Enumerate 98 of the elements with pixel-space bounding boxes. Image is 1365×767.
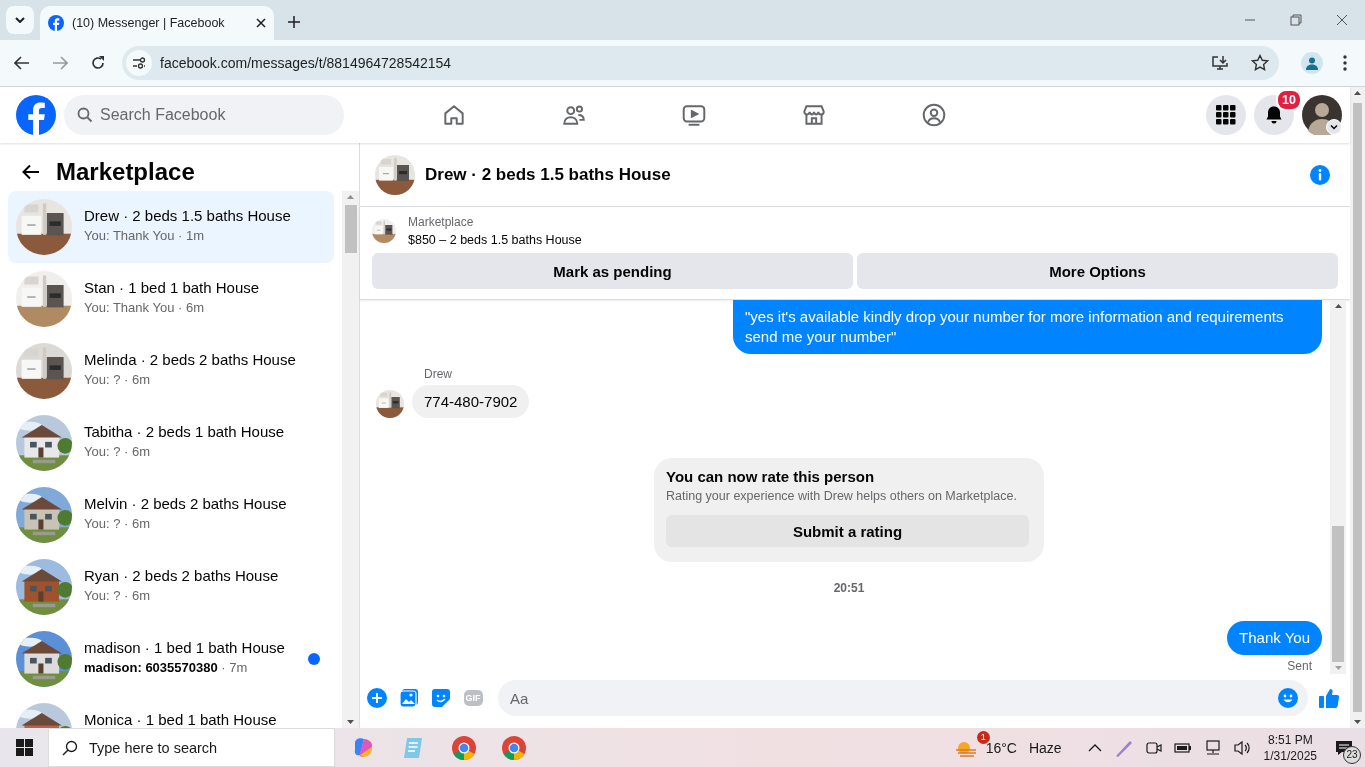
chevron-down-icon bbox=[15, 17, 25, 23]
timestamp: 20:51 bbox=[833, 581, 865, 595]
notifications-button[interactable] bbox=[1254, 95, 1294, 135]
message-bubble: "yes it's available kindly drop your number for more information and requirements send me your number" bbox=[733, 300, 1322, 354]
scrollbar[interactable] bbox=[1330, 300, 1346, 674]
conversation-item[interactable]: Stan · 1 bed 1 bath House You: Thank You · 6m bbox=[8, 263, 334, 335]
battery-icon[interactable] bbox=[1173, 740, 1192, 755]
message-field[interactable]: Aa bbox=[498, 680, 1308, 716]
conversation-title: Tabitha · 2 beds 1 bath House bbox=[84, 423, 286, 440]
scroll-thumb[interactable] bbox=[1332, 526, 1344, 662]
account-button[interactable] bbox=[1302, 95, 1342, 135]
conversation-item[interactable]: Drew · 2 beds 1.5 baths House You: Thank You · 1m bbox=[8, 191, 334, 263]
listing-summary: $850 – 2 beds 1.5 baths House bbox=[408, 233, 582, 247]
clock-time[interactable]: 8:51 PM bbox=[1263, 731, 1317, 748]
home-icon[interactable] bbox=[441, 102, 467, 128]
chevron-up-icon[interactable] bbox=[1087, 743, 1102, 752]
scroll-thumb[interactable] bbox=[1353, 103, 1362, 712]
message-preview: You: ? · 6m bbox=[84, 516, 151, 531]
unread-dot bbox=[308, 653, 320, 665]
menu-icon[interactable] bbox=[1343, 55, 1347, 71]
scrollbar[interactable] bbox=[1350, 87, 1365, 728]
tab-title: (10) Messenger | Facebook bbox=[72, 16, 226, 30]
message-bubble: Thank You bbox=[1227, 621, 1322, 655]
plus-icon bbox=[288, 16, 300, 28]
facebook-icon bbox=[48, 15, 64, 31]
windows-icon[interactable] bbox=[15, 739, 33, 756]
conversation-title: Melvin · 2 beds 2 baths House bbox=[84, 495, 288, 512]
scroll-thumb[interactable] bbox=[344, 205, 357, 253]
volume-icon[interactable] bbox=[1233, 739, 1252, 756]
browser-tab[interactable]: (10) Messenger | Facebook bbox=[40, 6, 274, 40]
grid-icon bbox=[1216, 105, 1236, 125]
notification-badge: 10 bbox=[1276, 89, 1302, 111]
conversation-title: madison · 1 bed 1 bath House bbox=[84, 639, 286, 656]
sender-name: Drew bbox=[423, 367, 453, 381]
menu-button[interactable] bbox=[1206, 95, 1246, 135]
profile-icon[interactable] bbox=[1305, 56, 1319, 70]
delivery-status: Sent bbox=[1287, 659, 1313, 673]
action-button[interactable]: More Options bbox=[857, 253, 1338, 289]
conversation-item[interactable]: madison · 1 bed 1 bath House madison: 6035570380 · 7m bbox=[8, 623, 334, 695]
video-icon[interactable] bbox=[681, 102, 707, 128]
listing-label: Marketplace bbox=[408, 215, 475, 229]
back-arrow-icon[interactable] bbox=[22, 164, 40, 180]
reload-icon bbox=[90, 55, 106, 71]
sticker-icon[interactable] bbox=[431, 688, 451, 708]
close-icon[interactable] bbox=[256, 18, 266, 28]
emoji-icon[interactable] bbox=[1278, 688, 1298, 708]
clock-date[interactable]: 1/31/2025 bbox=[1263, 747, 1317, 764]
site-settings-icon[interactable] bbox=[132, 57, 146, 69]
conversation-item[interactable]: Melvin · 2 beds 2 baths House You: ? · 6m bbox=[8, 479, 334, 551]
message-preview: madison: 6035570380 · 7m bbox=[84, 660, 249, 675]
arrow-right-icon bbox=[52, 56, 68, 70]
message-preview: You: ? · 6m bbox=[84, 588, 151, 603]
tab-search-button[interactable] bbox=[6, 6, 34, 34]
store-icon[interactable] bbox=[801, 102, 827, 128]
conversation-item[interactable]: Melinda · 2 beds 2 baths House You: ? · 6m bbox=[8, 335, 334, 407]
card-subtitle: Rating your experience with Drew helps others on Marketplace. bbox=[666, 489, 1018, 503]
conversation-title: Drew · 2 beds 1.5 baths House bbox=[84, 207, 292, 224]
plus-circle-icon[interactable] bbox=[367, 688, 387, 708]
action-button[interactable]: Mark as pending bbox=[372, 253, 853, 289]
network-icon[interactable] bbox=[1203, 739, 1222, 756]
weather-badge: 1 bbox=[976, 730, 990, 744]
arrow-left-icon bbox=[14, 56, 30, 70]
rating-button[interactable]: Submit a rating bbox=[666, 515, 1029, 547]
people-icon[interactable] bbox=[561, 102, 587, 128]
conversation-item[interactable]: Tabitha · 2 beds 1 bath House You: ? · 6m bbox=[8, 407, 334, 479]
conversation-title: Stan · 1 bed 1 bath House bbox=[84, 279, 261, 296]
facebook-logo[interactable] bbox=[16, 95, 56, 135]
conversation-title: Melinda · 2 beds 2 baths House bbox=[84, 351, 297, 368]
bell-icon bbox=[1264, 105, 1284, 125]
conversation-title: Monica · 1 bed 1 bath House bbox=[84, 711, 278, 728]
card-title: You can now rate this person bbox=[666, 468, 876, 485]
message-preview: You: Thank You · 6m bbox=[84, 300, 205, 315]
chat-title: Drew · 2 beds 1.5 baths House bbox=[425, 164, 672, 185]
search-field[interactable]: Search Facebook bbox=[64, 95, 344, 135]
search-icon bbox=[77, 107, 93, 123]
scrollbar[interactable] bbox=[342, 191, 359, 728]
message-preview: You: Thank You · 1m bbox=[84, 228, 205, 243]
conversation-title: Ryan · 2 beds 2 baths House bbox=[84, 567, 280, 584]
message-preview: You: ? · 6m bbox=[84, 444, 151, 459]
message-bubble: 774-480-7902 bbox=[412, 385, 530, 418]
star-icon[interactable] bbox=[1251, 54, 1269, 72]
notification-count: 23 bbox=[1343, 745, 1361, 764]
image-icon[interactable] bbox=[399, 688, 419, 708]
browser-app-icon[interactable] bbox=[501, 734, 527, 761]
browser-app-icon[interactable] bbox=[451, 734, 477, 761]
people-circle-icon[interactable] bbox=[921, 102, 947, 128]
conversation-item[interactable]: Ryan · 2 beds 2 baths House You: ? · 6m bbox=[8, 551, 334, 623]
search-icon bbox=[62, 740, 78, 756]
camera-icon[interactable] bbox=[1145, 739, 1162, 756]
thumbs-up-icon[interactable] bbox=[1318, 687, 1340, 709]
info-icon[interactable] bbox=[1310, 164, 1330, 185]
address-bar[interactable]: facebook.com/messages/t/8814964728542154 bbox=[122, 46, 1279, 80]
message-preview: You: ? · 6m bbox=[84, 372, 151, 387]
weather-condition: Haze bbox=[1028, 739, 1062, 756]
sidebar-title: Marketplace bbox=[56, 158, 195, 186]
taskbar-search-field[interactable]: Type here to search bbox=[48, 728, 335, 767]
url-text: facebook.com/messages/t/8814964728542154 bbox=[160, 55, 453, 71]
install-icon[interactable] bbox=[1211, 55, 1229, 71]
